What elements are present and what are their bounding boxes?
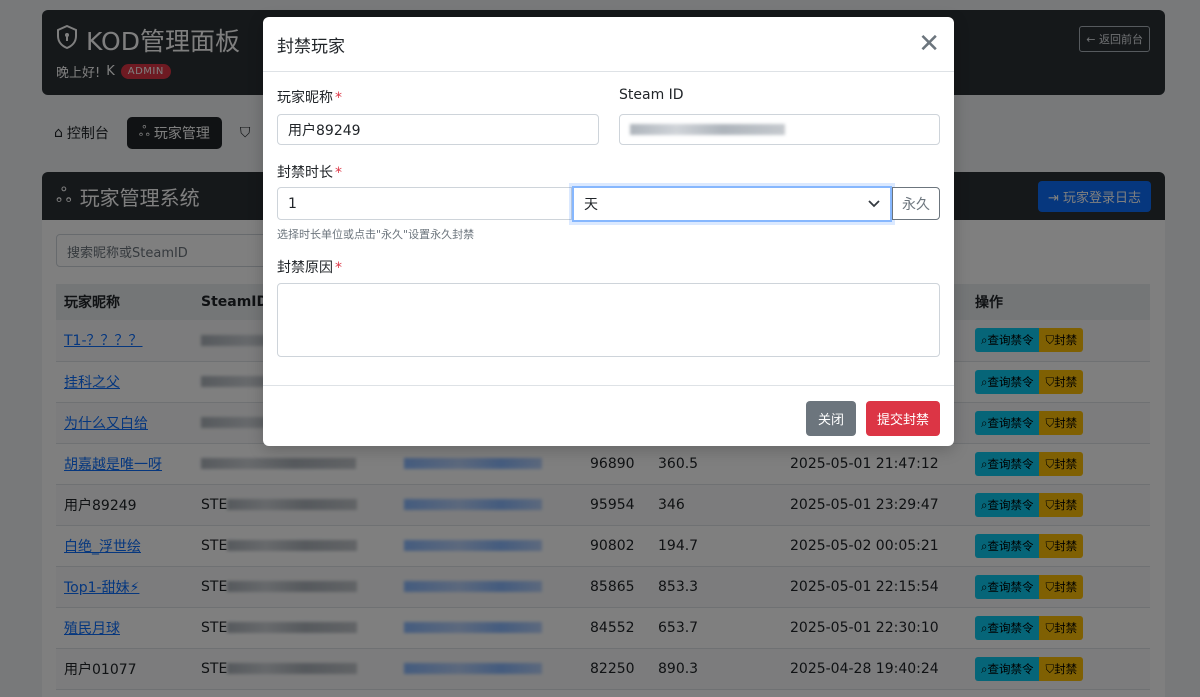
duration-unit-select[interactable]: 天	[572, 186, 892, 222]
modal-header: 封禁玩家 ✕	[263, 17, 954, 72]
duration-unit-value: 天	[584, 197, 598, 213]
required-mark: *	[335, 165, 342, 181]
duration-hint: 选择时长单位或点击"永久"设置永久封禁	[277, 228, 475, 241]
duration-value: 1	[288, 195, 297, 212]
submit-ban-button[interactable]: 提交封禁	[865, 401, 940, 436]
chevron-down-icon	[868, 196, 880, 212]
modal-title: 封禁玩家	[277, 36, 345, 57]
nickname-label-text: 玩家昵称	[277, 90, 333, 106]
nickname-field[interactable]: 用户89249	[277, 114, 599, 145]
duration-label-text: 封禁时长	[277, 165, 333, 181]
nickname-label: 玩家昵称 *	[277, 87, 342, 107]
ban-player-modal: 封禁玩家 ✕ 玩家昵称 * 用户89249 Steam ID 封禁时长 * 1 天 …	[263, 17, 954, 446]
steam-id-label: Steam ID	[619, 87, 684, 103]
permanent-button[interactable]: 永久	[892, 187, 940, 220]
steam-id-field[interactable]	[619, 114, 940, 145]
steam-id-redacted	[630, 124, 785, 135]
reason-label-text: 封禁原因	[277, 260, 333, 276]
reason-textarea[interactable]	[277, 283, 940, 357]
permanent-button-label: 永久	[902, 196, 930, 213]
required-mark: *	[335, 260, 342, 276]
duration-label: 封禁时长 *	[277, 162, 342, 182]
reason-label: 封禁原因 *	[277, 257, 342, 277]
duration-input[interactable]: 1	[277, 187, 572, 220]
nickname-value: 用户89249	[288, 122, 361, 139]
close-button[interactable]: 关闭	[805, 401, 856, 436]
modal-footer: 关闭 提交封禁	[263, 385, 954, 446]
required-mark: *	[335, 90, 342, 106]
close-icon[interactable]: ✕	[918, 31, 940, 57]
